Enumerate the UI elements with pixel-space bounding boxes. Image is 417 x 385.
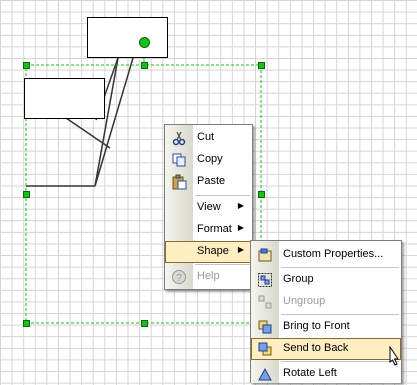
submenu-arrow-icon: ▶ — [237, 201, 244, 210]
submenu-item-custom-properties[interactable]: Custom Properties... — [251, 244, 401, 266]
selection-handle-top-left[interactable] — [23, 62, 30, 69]
selection-handle-bottom-middle[interactable] — [141, 320, 148, 327]
menu-item-label: Shape — [197, 245, 229, 257]
menu-item-label: Bring to Front — [283, 320, 350, 332]
menu-item-label: View — [197, 201, 221, 213]
menu-item-label: Paste — [197, 175, 226, 187]
top-rectangle-shape[interactable] — [87, 17, 168, 58]
menu-item-copy[interactable]: Copy — [165, 149, 252, 171]
submenu-item-group[interactable]: Group — [251, 269, 401, 291]
menu-separator — [281, 314, 399, 315]
group-icon — [258, 273, 272, 287]
selection-handle-bottom-left[interactable] — [23, 320, 30, 327]
menu-item-format[interactable]: Format ▶ — [165, 219, 252, 241]
paste-icon — [172, 174, 187, 190]
left-rectangle-shape[interactable] — [24, 78, 105, 119]
menu-item-help[interactable]: ? Help — [165, 266, 252, 288]
menu-item-cut[interactable]: Cut — [165, 127, 252, 149]
shape-submenu: Custom Properties... Group Ungroup Bring… — [250, 240, 402, 383]
submenu-item-ungroup[interactable]: Ungroup — [251, 291, 401, 313]
menu-item-label: Copy — [197, 153, 223, 165]
menu-item-view[interactable]: View ▶ — [165, 197, 252, 219]
selection-handle-middle-left[interactable] — [23, 191, 30, 198]
submenu-item-send-to-back[interactable]: Send to Back — [251, 338, 401, 360]
menu-item-label: Group — [283, 273, 314, 285]
svg-text:?: ? — [176, 273, 182, 284]
menu-item-label: Rotate Left — [283, 367, 337, 379]
submenu-item-bring-to-front[interactable]: Bring to Front — [251, 316, 401, 338]
mouse-pointer-icon — [389, 346, 399, 366]
submenu-arrow-icon: ▶ — [237, 245, 244, 254]
bring-to-front-icon — [258, 320, 272, 334]
menu-separator — [281, 361, 399, 362]
selection-handle-middle-right[interactable] — [258, 191, 265, 198]
menu-item-paste[interactable]: Paste — [165, 171, 252, 193]
rotate-left-icon — [258, 367, 272, 381]
send-to-back-icon — [258, 342, 272, 356]
menu-item-label: Format — [197, 223, 232, 235]
menu-item-label: Help — [197, 270, 220, 282]
menu-item-label: Ungroup — [283, 295, 326, 307]
menu-separator — [195, 264, 250, 265]
custom-properties-icon — [258, 248, 272, 262]
menu-item-label: Custom Properties... — [283, 248, 384, 260]
submenu-arrow-icon: ▶ — [237, 223, 244, 232]
copy-icon — [172, 153, 186, 167]
menu-item-label: Send to Back — [283, 342, 349, 354]
menu-separator — [281, 267, 399, 268]
ungroup-icon — [258, 295, 272, 309]
scissors-icon — [172, 131, 186, 146]
menu-separator — [195, 195, 250, 196]
menu-item-label: Cut — [197, 131, 215, 143]
selection-handle-top-right[interactable] — [258, 62, 265, 69]
help-icon: ? — [172, 270, 186, 284]
selection-handle-top-middle[interactable] — [141, 62, 148, 69]
context-menu: Cut Copy Paste View ▶ Format ▶ Shape ▶ ? — [164, 124, 253, 290]
rotation-handle[interactable] — [139, 37, 150, 48]
menu-item-shape[interactable]: Shape ▶ — [165, 241, 252, 263]
